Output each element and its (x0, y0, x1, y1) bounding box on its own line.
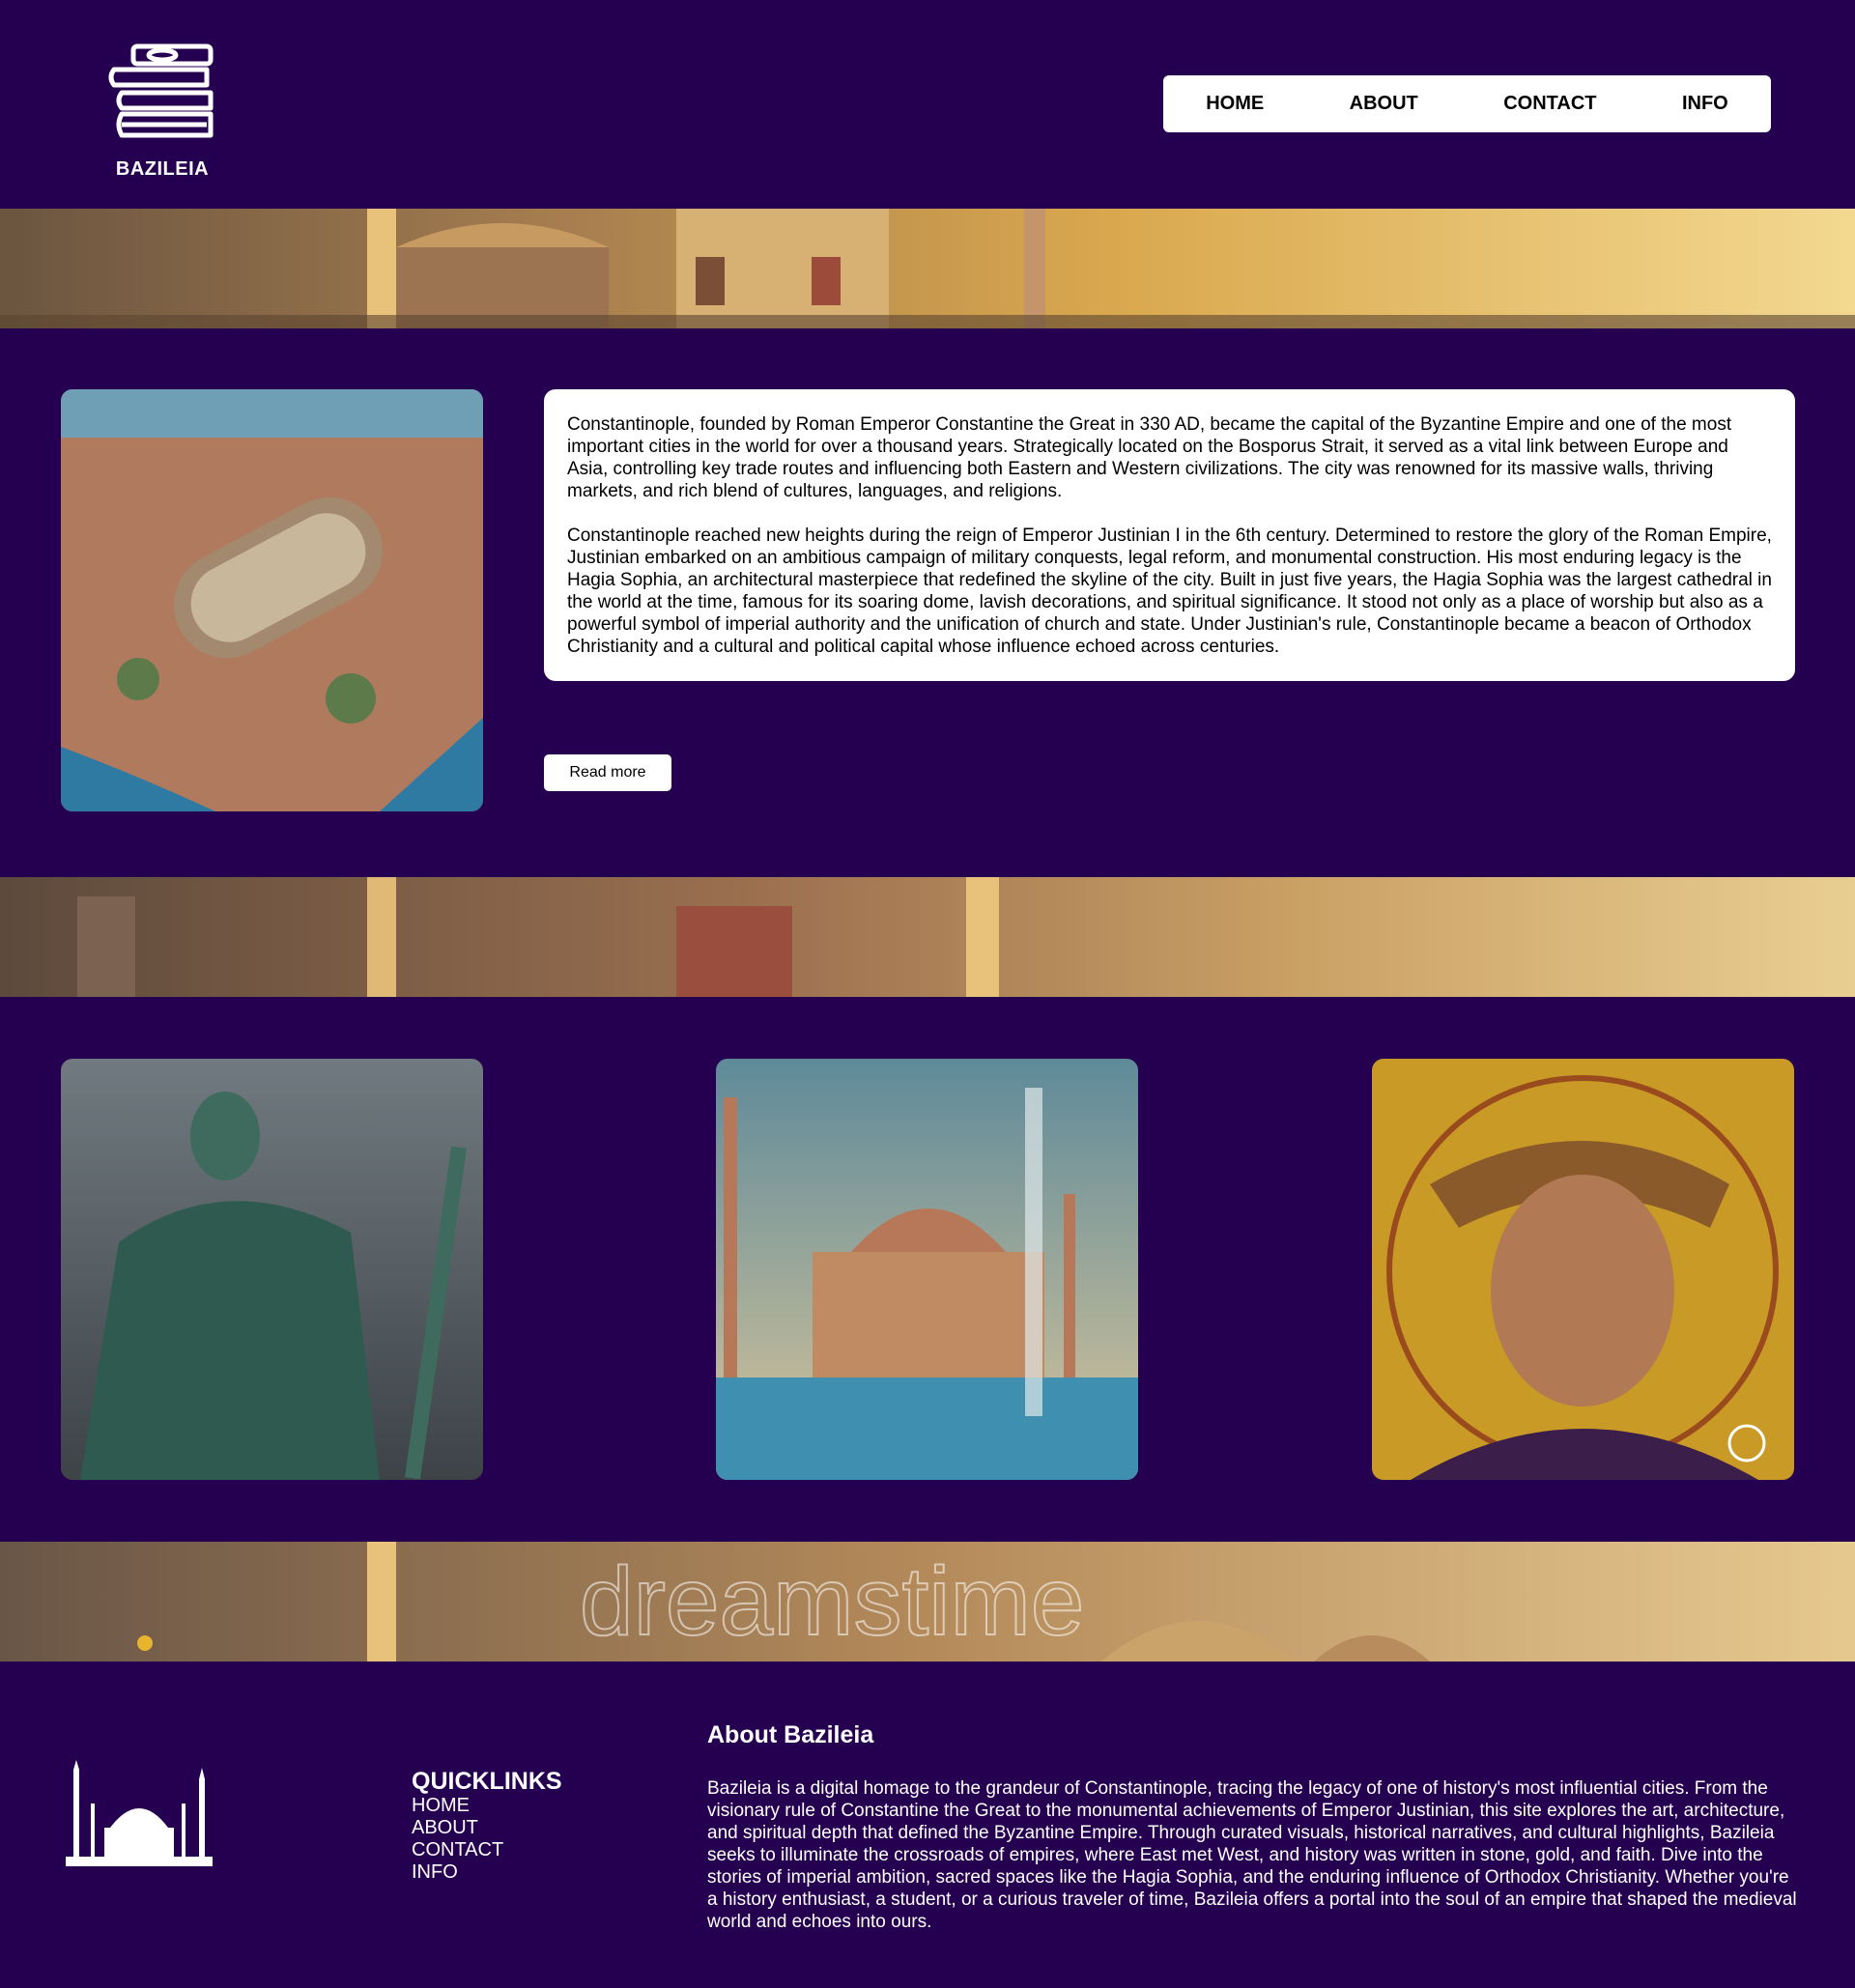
hagia-sophia-fountain-image (716, 1059, 1138, 1480)
intro-paragraph-1: Constantinople, founded by Roman Emperor… (567, 414, 1732, 501)
city-banner-middle (0, 877, 1855, 997)
quicklinks-title: QUICKLINKS (412, 1768, 562, 1795)
footer-link-about[interactable]: ABOUT (412, 1817, 562, 1839)
site-logo[interactable]: BAZILEIA (100, 43, 225, 181)
site-header: BAZILEIA HOME ABOUT CONTACT INFO (0, 0, 1855, 209)
constantinople-aerial-image (61, 389, 483, 811)
quicklinks: QUICKLINKS HOME ABOUT CONTACT INFO (412, 1768, 562, 1884)
constantine-statue-image (61, 1059, 483, 1480)
intro-text-panel: Constantinople, founded by Roman Emperor… (544, 389, 1795, 681)
nav-contact[interactable]: CONTACT (1503, 93, 1596, 115)
intro-paragraph-2: Constantinople reached new heights durin… (567, 525, 1772, 657)
footer-link-info[interactable]: INFO (412, 1861, 562, 1884)
justinian-mosaic-portrait-image (1372, 1059, 1794, 1480)
read-more-button[interactable]: Read more (544, 754, 671, 791)
watermark-text: dreamstime (580, 1548, 1084, 1656)
nav-home[interactable]: HOME (1206, 93, 1264, 115)
about-title: About Bazileia (707, 1721, 874, 1748)
about-text: Bazileia is a digital homage to the gran… (707, 1778, 1797, 1932)
hagia-sophia-silhouette-icon (66, 1760, 213, 1871)
books-logo-icon (108, 43, 214, 138)
nav-info[interactable]: INFO (1682, 93, 1728, 115)
nav-about[interactable]: ABOUT (1350, 93, 1418, 115)
city-banner-top (0, 209, 1855, 328)
footer-link-home[interactable]: HOME (412, 1795, 562, 1817)
about-section: About Bazileia Bazileia is a digital hom… (707, 1718, 1799, 1933)
brand-name: BAZILEIA (115, 158, 210, 180)
footer-link-contact[interactable]: CONTACT (412, 1839, 562, 1861)
byzantine-city-banner-image (0, 209, 1855, 328)
byzantine-city-banner-image (0, 877, 1855, 997)
city-banner-bottom: dreamstime (0, 1542, 1855, 1661)
main-nav: HOME ABOUT CONTACT INFO (1163, 75, 1771, 132)
byzantine-city-banner-image: dreamstime (0, 1542, 1855, 1661)
